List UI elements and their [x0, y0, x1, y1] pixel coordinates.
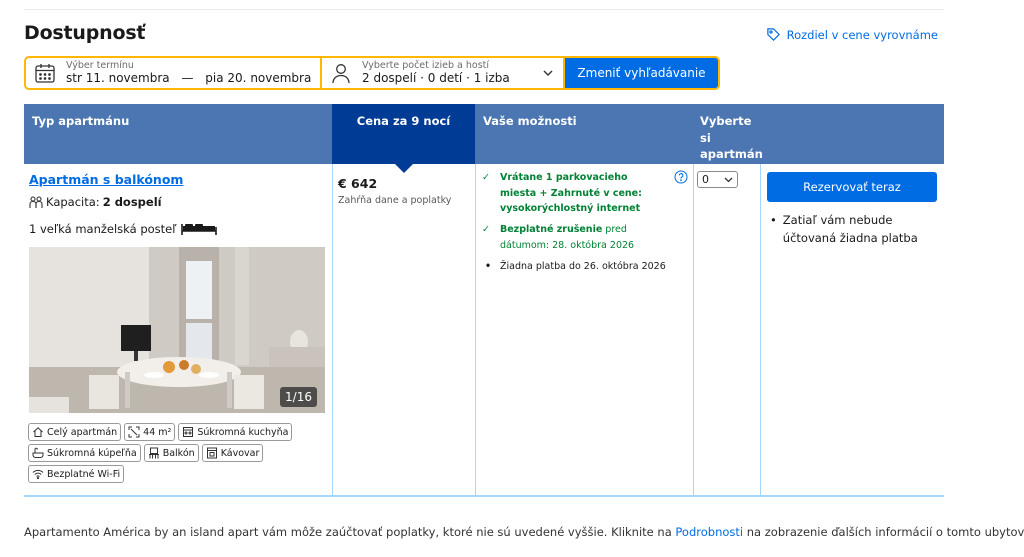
room-type-cell: Apartmán s balkónom Kapacita: 2 dospelí … [24, 164, 332, 495]
change-search-button[interactable]: Zmeniť vyhľadávanie [565, 58, 718, 88]
facility-label: Balkón [162, 447, 195, 459]
bed-info: 1 veľká manželská posteľ [29, 222, 217, 236]
option-parking-text: Vrátane 1 parkovacieho miesta + Zahrnuté… [500, 172, 642, 215]
no-payment-text: Žiadna platba do 26. októbra 2026 [500, 261, 666, 272]
top-divider [24, 9, 944, 10]
price-match-link[interactable]: Rozdiel v cene vyrovnáme [766, 27, 938, 42]
reserve-button[interactable]: Rezervovať teraz [767, 172, 937, 202]
date-separator: — [181, 70, 194, 85]
facility-label: Bezplatné Wi-Fi [47, 468, 121, 480]
room-table: Typ apartmánu Cena za 9 nocí Vaše možnos… [24, 104, 944, 497]
double-bed-icon [180, 224, 217, 235]
header-options: Vaše možnosti [483, 114, 577, 128]
option-free-cancellation: ✓ Bezplatné zrušenie pred dátumom: 28. o… [482, 222, 682, 253]
facility-badge: Súkromná kuchyňa [178, 423, 293, 441]
table-header: Typ apartmánu Cena za 9 nocí Vaše možnos… [24, 104, 944, 173]
guests-value: 2 dospelí · 0 detí · 1 izba [362, 70, 510, 85]
photo-counter: 1/16 [280, 387, 317, 407]
dates-value: str 11. novembra — pia 20. novembra [66, 70, 312, 86]
bullet-icon: • [770, 213, 777, 227]
chevron-down-icon [724, 177, 733, 182]
calendar-icon [35, 64, 55, 83]
select-cell: 0 [693, 164, 760, 495]
section-title: Dostupnosť [24, 22, 146, 44]
people-icon [29, 195, 43, 208]
facility-badge: Súkromná kúpeľňa [28, 444, 141, 462]
tag-icon [766, 28, 780, 41]
fees-footnote: Apartamento América by an island apart v… [24, 525, 1024, 539]
details-link[interactable]: Podrobnosti [675, 525, 743, 539]
reserve-note-text: Zatiaľ vám nebude účtovaná žiadna platba [782, 213, 918, 245]
facility-label: Súkromná kúpeľňa [47, 447, 137, 459]
check-in-date: str 11. novembra [66, 70, 170, 85]
room-name-link[interactable]: Apartmán s balkónom [29, 172, 183, 187]
facility-label: Celý apartmán [47, 426, 118, 438]
size-icon [128, 426, 140, 438]
room-photo[interactable]: 1/16 [29, 247, 325, 413]
capacity: Kapacita: 2 dospelí [29, 195, 162, 209]
free-cancellation-label: Bezplatné zrušenie [500, 224, 603, 235]
facility-badge: Balkón [143, 444, 199, 462]
bullet-icon: • [484, 261, 492, 272]
reserve-cell: Rezervovať teraz • Zatiaľ vám nebude účt… [760, 164, 944, 495]
price-match-label: Rozdiel v cene vyrovnáme [786, 27, 938, 42]
room-quantity-select[interactable]: 0 [697, 171, 738, 188]
facility-badge: Bezplatné Wi-Fi [28, 465, 125, 483]
capacity-value: 2 dospelí [102, 195, 162, 209]
price-amount: € 642 [338, 176, 378, 191]
guests-label: Vyberte počet izieb a hostí [362, 59, 490, 71]
header-price[interactable]: Cena za 9 nocí [332, 104, 475, 173]
date-picker-field[interactable]: Výber termínu str 11. novembra — pia 20.… [26, 58, 320, 88]
room-quantity-value: 0 [702, 173, 709, 186]
help-icon[interactable] [674, 170, 688, 184]
check-icon: ✓ [482, 224, 490, 235]
check-out-date: pia 20. novembra [205, 70, 312, 85]
check-icon: ✓ [482, 172, 490, 183]
header-select: Vyberte si apartmán [700, 114, 763, 162]
facility-badge: 44 m² [124, 423, 176, 441]
wifi-icon [32, 469, 44, 480]
price-cell: € 642 Zahŕňa dane a poplatky [332, 164, 475, 495]
kitchen-icon [183, 427, 194, 437]
capacity-label: Kapacita: [46, 195, 100, 209]
option-parking: ✓ Vrátane 1 parkovacieho miesta + Zahrnu… [482, 170, 682, 217]
facility-label: Kávovar [220, 447, 260, 459]
facility-label: 44 m² [143, 426, 172, 438]
guests-picker-field[interactable]: Vyberte počet izieb a hostí 2 dospelí · … [322, 58, 563, 88]
person-icon [332, 64, 350, 84]
facility-badge: Kávovar [201, 444, 264, 462]
bed-label: 1 veľká manželská posteľ [29, 222, 177, 236]
chevron-down-icon [543, 70, 553, 76]
reserve-note: • Zatiaľ vám nebude účtovaná žiadna plat… [770, 212, 940, 248]
search-bar: Výber termínu str 11. novembra — pia 20.… [24, 56, 720, 90]
footnote-text-end: na zobrazenie ďalších informácií o tomto… [743, 525, 1024, 539]
facility-badge: Celý apartmán [28, 423, 122, 441]
options-cell: ✓ Vrátane 1 parkovacieho miesta + Zahrnu… [475, 164, 693, 495]
facility-list: Celý apartmán 44 m² Súkromná kuchyňa Súk… [28, 423, 328, 483]
header-room-type: Typ apartmánu [32, 114, 130, 128]
balcony-icon [148, 447, 159, 459]
coffee-icon [206, 447, 217, 459]
option-no-payment: • Žiadna platba do 26. októbra 2026 [482, 259, 682, 275]
footnote-text: Apartamento América by an island apart v… [24, 525, 676, 539]
house-icon [33, 427, 43, 437]
bath-icon [32, 447, 44, 458]
facility-label: Súkromná kuchyňa [197, 426, 289, 438]
price-note: Zahŕňa dane a poplatky [338, 195, 452, 206]
